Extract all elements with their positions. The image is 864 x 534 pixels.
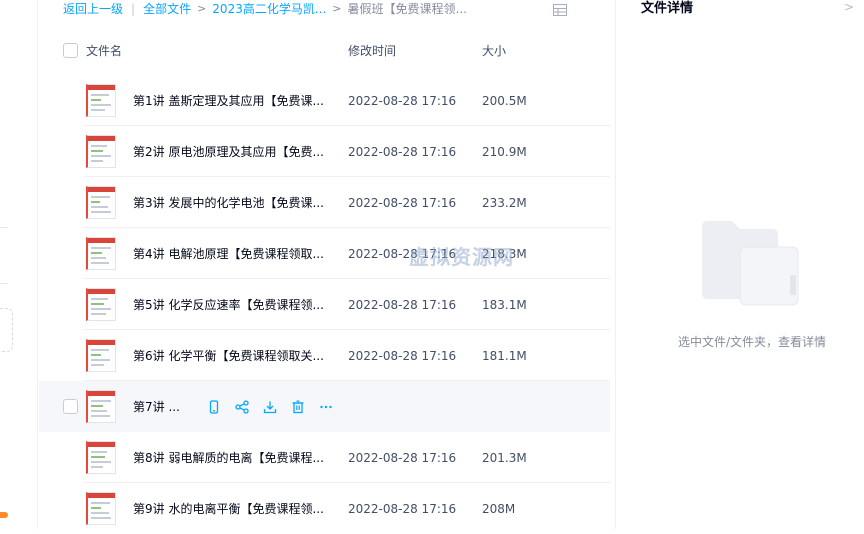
table-row[interactable]: 第1讲 盖斯定理及其应用【免费课... 2022-08-28 17:16 200… <box>39 75 610 126</box>
sidebar-divider <box>0 283 8 284</box>
file-detail-panel: 文件详情 > 选中文件/文件夹，查看详情 <box>615 0 864 529</box>
video-thumbnail <box>86 84 116 117</box>
video-thumbnail <box>86 135 116 168</box>
file-name[interactable]: 第2讲 原电池原理及其应用【免费... <box>133 144 329 160</box>
file-time: 2022-08-28 17:16 <box>348 145 457 159</box>
select-all-checkbox[interactable] <box>63 43 78 58</box>
file-time: 2022-08-28 17:16 <box>348 196 457 210</box>
table-row[interactable]: 第9讲 水的电离平衡【免费课程领... 2022-08-28 17:16 208… <box>39 483 610 534</box>
more-icon[interactable] <box>317 398 335 416</box>
empty-folder-icon <box>698 217 802 309</box>
download-icon[interactable] <box>261 398 279 416</box>
file-size: 181.1M <box>482 349 527 363</box>
video-thumbnail <box>86 288 116 321</box>
left-sidebar <box>0 0 38 529</box>
column-header-time[interactable]: 修改时间 <box>348 42 396 59</box>
table-row[interactable]: 第2讲 原电池原理及其应用【免费... 2022-08-28 17:16 210… <box>39 126 610 177</box>
video-thumbnail <box>86 339 116 372</box>
file-name[interactable]: 第9讲 水的电离平衡【免费课程领... <box>133 501 329 517</box>
table-row-hovered[interactable]: 第7讲 ... <box>39 381 610 432</box>
sidebar-dashed-box[interactable] <box>0 308 13 352</box>
back-link[interactable]: 返回上一级 <box>63 1 123 17</box>
video-thumbnail <box>86 390 116 423</box>
file-size: 201.3M <box>482 451 527 465</box>
sidebar-divider <box>0 227 8 228</box>
breadcrumb: 返回上一级 | 全部文件 > 2023高二化学马凯... > 暑假班【免费课程领… <box>63 1 467 17</box>
column-header-name[interactable]: 文件名 <box>86 42 122 59</box>
file-name[interactable]: 第5讲 化学反应速率【免费课程领... <box>133 297 329 313</box>
chevron-right-icon: > <box>332 2 342 15</box>
chevron-right-icon: > <box>197 2 207 15</box>
file-time: 2022-08-28 17:16 <box>348 94 457 108</box>
table-row[interactable]: 第4讲 电解池原理【免费课程领取... 2022-08-28 17:16 218… <box>39 228 610 279</box>
file-time: 2022-08-28 17:16 <box>348 451 457 465</box>
file-time: 2022-08-28 17:16 <box>348 502 457 516</box>
table-row[interactable]: 第6讲 化学平衡【免费课程领取关... 2022-08-28 17:16 181… <box>39 330 610 381</box>
row-actions <box>205 398 335 416</box>
grid-view-icon[interactable] <box>553 1 567 16</box>
table-row[interactable]: 第5讲 化学反应速率【免费课程领... 2022-08-28 17:16 183… <box>39 279 610 330</box>
file-name[interactable]: 第3讲 发展中的化学电池【免费课... <box>133 195 329 211</box>
file-size: 210.9M <box>482 145 527 159</box>
file-name[interactable]: 第6讲 化学平衡【免费课程领取关... <box>133 348 329 364</box>
table-header: 文件名 修改时间 大小 <box>39 33 615 67</box>
file-size: 200.5M <box>482 94 527 108</box>
file-size: 208M <box>482 502 516 516</box>
chevron-right-icon[interactable]: > <box>844 0 854 14</box>
file-size: 183.1M <box>482 298 527 312</box>
share-icon[interactable] <box>233 398 251 416</box>
watermark: 虚拟资源网 <box>409 245 514 269</box>
phone-icon[interactable] <box>205 398 223 416</box>
empty-detail-text: 选中文件/文件夹，查看详情 <box>678 335 827 349</box>
table-row[interactable]: 第8讲 弱电解质的电离【免费课程... 2022-08-28 17:16 201… <box>39 432 610 483</box>
file-name[interactable]: 第8讲 弱电解质的电离【免费课程... <box>133 450 329 466</box>
breadcrumb-current: 暑假班【免费课程领... <box>347 2 467 16</box>
detail-title: 文件详情 <box>641 1 694 16</box>
column-header-size[interactable]: 大小 <box>482 42 506 59</box>
file-list-panel: 返回上一级 | 全部文件 > 2023高二化学马凯... > 暑假班【免费课程领… <box>39 0 615 529</box>
video-thumbnail <box>86 441 116 474</box>
video-thumbnail <box>86 186 116 219</box>
file-time: 2022-08-28 17:16 <box>348 349 457 363</box>
sidebar-badge <box>0 512 8 518</box>
file-name[interactable]: 第4讲 电解池原理【免费课程领取... <box>133 246 329 262</box>
delete-icon[interactable] <box>289 398 307 416</box>
video-thumbnail <box>86 492 116 525</box>
table-row[interactable]: 第3讲 发展中的化学电池【免费课... 2022-08-28 17:16 233… <box>39 177 610 228</box>
file-size: 233.2M <box>482 196 527 210</box>
breadcrumb-separator: | <box>131 2 136 16</box>
file-name[interactable]: 第1讲 盖斯定理及其应用【免费课... <box>133 93 329 109</box>
breadcrumb-folder[interactable]: 2023高二化学马凯... <box>212 1 326 17</box>
file-time: 2022-08-28 17:16 <box>348 298 457 312</box>
video-thumbnail <box>86 237 116 270</box>
row-checkbox[interactable] <box>63 399 78 414</box>
breadcrumb-all-files[interactable]: 全部文件 <box>143 1 191 17</box>
